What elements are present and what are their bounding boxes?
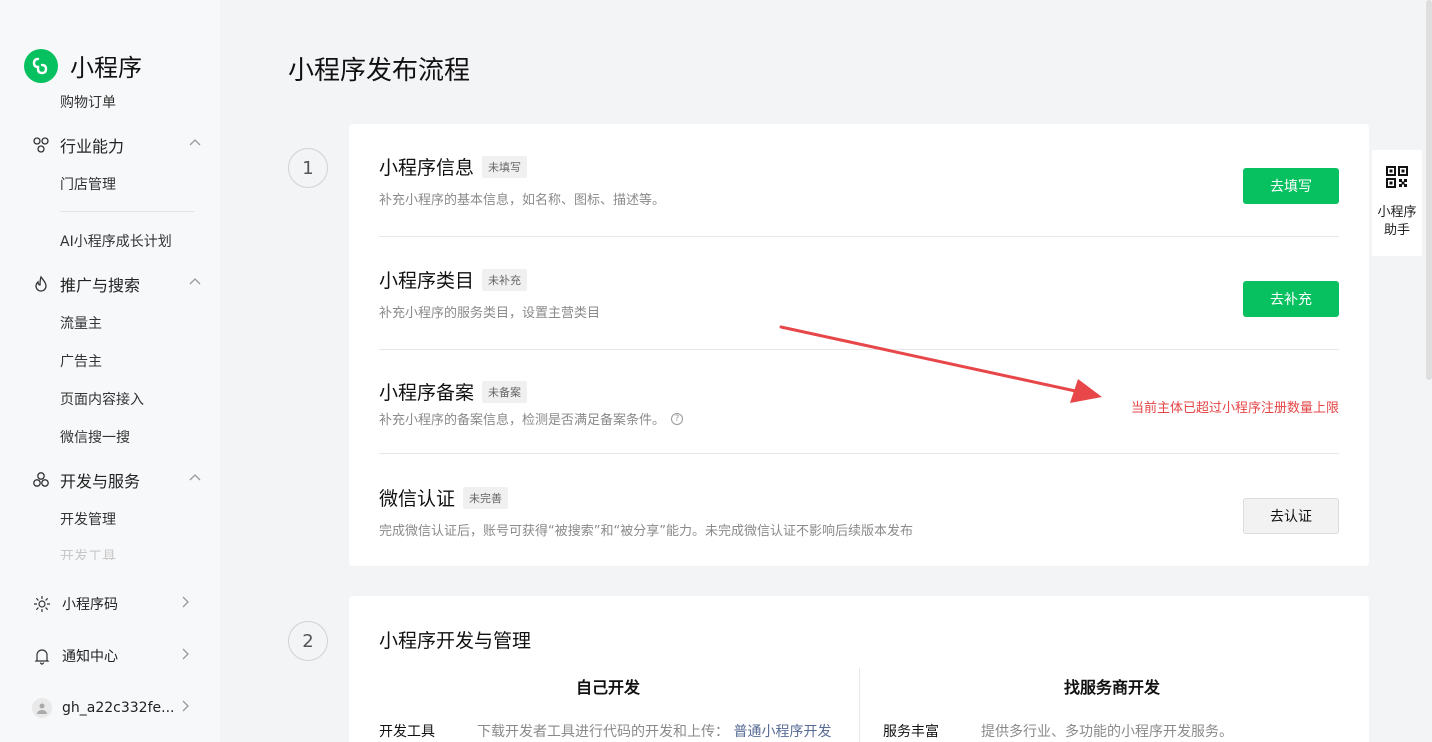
dev-tools-desc-text: 下载开发者工具进行代码的开发和上传： bbox=[477, 724, 729, 740]
status-badge: 未备案 bbox=[482, 380, 528, 403]
sidebar-item-advertiser[interactable]: 广告主 bbox=[60, 351, 102, 371]
column-title-provider-dev: 找服务商开发 bbox=[1064, 678, 1161, 697]
circles-icon bbox=[32, 471, 50, 489]
miniprogram-assistant[interactable]: 小程序助手 bbox=[1372, 150, 1422, 256]
row-miniprogram-filing: 小程序备案 未备案 补充小程序的备案信息，检测是否满足备案条件。 ? 当前主体已… bbox=[379, 350, 1339, 454]
sidebar-nav: 购物订单 行业能力 门店管理 AI小程序成长计划 推广与搜索 流量主 广告主 页… bbox=[0, 90, 220, 560]
row-title: 小程序备案 未备案 bbox=[379, 378, 528, 405]
row-title: 小程序类目 未补充 bbox=[379, 266, 528, 293]
fill-in-button[interactable]: 去填写 bbox=[1243, 168, 1339, 204]
row-miniprogram-category: 小程序类目 未补充 补充小程序的服务类目，设置主营类目 去补充 bbox=[379, 237, 1339, 350]
chevron-up-icon bbox=[188, 274, 202, 293]
sidebar-group-label: 推广与搜索 bbox=[60, 276, 141, 295]
row-title: 微信认证 未完善 bbox=[379, 484, 509, 511]
sidebar-group-label: 开发与服务 bbox=[60, 472, 141, 491]
sidebar-item-page-content[interactable]: 页面内容接入 bbox=[60, 389, 144, 409]
registration-limit-warning: 当前主体已超过小程序注册数量上限 bbox=[1130, 401, 1339, 416]
page-title: 小程序发布流程 bbox=[288, 56, 471, 86]
sun-code-icon bbox=[32, 594, 52, 614]
sidebar-miniprogram-code[interactable]: 小程序码 bbox=[32, 594, 192, 614]
row-desc-text: 补充小程序的备案信息，检测是否满足备案条件。 bbox=[379, 413, 666, 428]
sidebar-item-dev-management[interactable]: 开发管理 bbox=[60, 509, 116, 529]
account-name: gh_a22c332fe... bbox=[62, 700, 175, 716]
verify-button[interactable]: 去认证 bbox=[1243, 498, 1339, 534]
sidebar: 小程序 购物订单 行业能力 门店管理 AI小程序成长计划 推广与搜索 流量主 广… bbox=[0, 0, 220, 742]
column-divider bbox=[859, 668, 860, 742]
sidebar-bottom-label: 通知中心 bbox=[62, 649, 118, 665]
chevron-right-icon bbox=[178, 647, 192, 665]
section-title: 小程序开发与管理 bbox=[379, 630, 532, 652]
status-badge: 未补充 bbox=[482, 268, 528, 291]
bell-icon bbox=[32, 646, 52, 666]
sidebar-item-ai-growth[interactable]: AI小程序成长计划 bbox=[60, 231, 172, 251]
sidebar-group-industry[interactable]: 行业能力 bbox=[32, 133, 202, 157]
sidebar-item-traffic-owner[interactable]: 流量主 bbox=[60, 313, 102, 333]
flame-icon bbox=[32, 275, 50, 293]
miniprogram-logo-icon bbox=[24, 48, 58, 83]
normal-miniprogram-dev-link[interactable]: 普通小程序开发 bbox=[733, 724, 831, 740]
sidebar-divider bbox=[60, 211, 194, 212]
row-miniprogram-info: 小程序信息 未填写 补充小程序的基本信息，如名称、图标、描述等。 去填写 bbox=[379, 124, 1339, 237]
service-rich-desc: 提供多行业、多功能的小程序开发服务。 bbox=[981, 724, 1233, 740]
scrollbar-thumb[interactable] bbox=[1426, 0, 1432, 380]
sidebar-group-label: 行业能力 bbox=[60, 137, 125, 156]
row-title-text: 小程序类目 bbox=[379, 270, 475, 292]
qr-code-icon bbox=[1386, 166, 1408, 192]
sidebar-group-promotion[interactable]: 推广与搜索 bbox=[32, 272, 202, 296]
chevron-right-icon bbox=[178, 699, 192, 717]
dev-tools-desc: 下载开发者工具进行代码的开发和上传： 普通小程序开发 bbox=[477, 721, 831, 741]
sidebar-item-dev-tools[interactable]: 开发工具 bbox=[60, 546, 116, 560]
help-icon[interactable]: ? bbox=[671, 412, 684, 425]
sidebar-account[interactable]: gh_a22c332fe... bbox=[32, 698, 192, 718]
row-desc: 补充小程序的基本信息，如名称、图标、描述等。 bbox=[379, 193, 666, 208]
sidebar-notification-center[interactable]: 通知中心 bbox=[32, 646, 192, 666]
row-title-text: 小程序备案 bbox=[379, 382, 475, 404]
dev-tools-label: 开发工具 bbox=[379, 724, 435, 740]
chevron-right-icon bbox=[178, 595, 192, 613]
status-badge: 未完善 bbox=[463, 486, 509, 509]
chevron-up-icon bbox=[188, 470, 202, 489]
app-logo[interactable]: 小程序 bbox=[24, 48, 142, 83]
app-name: 小程序 bbox=[70, 54, 142, 82]
status-badge: 未填写 bbox=[482, 155, 528, 178]
sidebar-group-dev-services[interactable]: 开发与服务 bbox=[32, 468, 202, 492]
sidebar-bottom-label: 小程序码 bbox=[62, 597, 118, 613]
step-number: 1 bbox=[288, 148, 328, 188]
avatar-wrapper bbox=[32, 698, 52, 718]
industry-icon bbox=[32, 136, 50, 154]
user-avatar-icon bbox=[32, 698, 52, 718]
supplement-button[interactable]: 去补充 bbox=[1243, 281, 1339, 317]
row-wechat-verification: 微信认证 未完善 完成微信认证后，账号可获得“被搜索”和“被分享”能力。未完成微… bbox=[379, 454, 1339, 566]
row-desc: 完成微信认证后，账号可获得“被搜索”和“被分享”能力。未完成微信认证不影响后续版… bbox=[379, 524, 913, 539]
sidebar-item-wechat-search[interactable]: 微信搜一搜 bbox=[60, 427, 130, 447]
sidebar-item-store-management[interactable]: 门店管理 bbox=[60, 174, 116, 194]
row-title-text: 微信认证 bbox=[379, 488, 456, 510]
row-desc: 补充小程序的服务类目，设置主营类目 bbox=[379, 306, 601, 321]
step-2-card: 小程序开发与管理 自己开发 找服务商开发 开发工具 下载开发者工具进行代码的开发… bbox=[349, 596, 1369, 742]
assistant-label: 小程序助手 bbox=[1377, 205, 1417, 238]
row-title-text: 小程序信息 bbox=[379, 157, 475, 179]
column-title-self-dev: 自己开发 bbox=[576, 678, 641, 697]
step-number: 2 bbox=[288, 621, 328, 661]
service-rich-label: 服务丰富 bbox=[883, 724, 939, 740]
step-1-card: 小程序信息 未填写 补充小程序的基本信息，如名称、图标、描述等。 去填写 小程序… bbox=[349, 124, 1369, 566]
chevron-up-icon bbox=[188, 135, 202, 154]
sidebar-item-shopping-orders[interactable]: 购物订单 bbox=[60, 92, 116, 112]
row-title: 小程序信息 未填写 bbox=[379, 153, 528, 180]
row-desc: 补充小程序的备案信息，检测是否满足备案条件。 ? bbox=[379, 409, 684, 428]
